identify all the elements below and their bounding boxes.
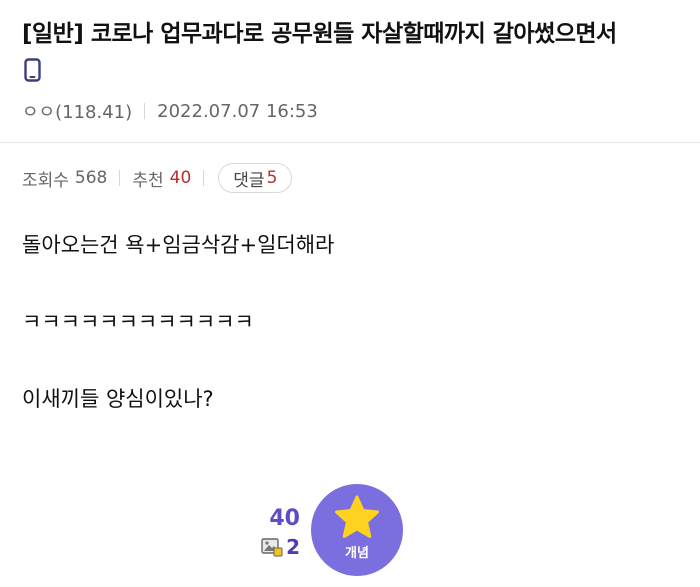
recommend-count: 40 [169, 168, 192, 188]
post-stats: 조회수 568 추천 40 댓글 5 [22, 163, 293, 193]
content-line: ㅋㅋㅋㅋㅋㅋㅋㅋㅋㅋㅋㅋ [22, 310, 254, 334]
author-name[interactable]: ㅇㅇ(118.41) [22, 98, 132, 124]
image-comment-row: 2 [256, 535, 300, 559]
divider [203, 170, 205, 186]
post-title: [일반] 코로나 업무과다로 공무원들 자살할때까지 갈아썼으면서 [22, 21, 617, 47]
divider [0, 142, 700, 143]
comments-count: 5 [266, 168, 278, 188]
star-button-label: 개념 [345, 545, 369, 561]
reaction-counts: 40 2 [256, 505, 300, 559]
content-line: 이새끼들 양심이있나? [22, 387, 214, 411]
views-count: 568 [74, 168, 108, 188]
recommend-star-button[interactable]: 개념 [311, 484, 403, 576]
views-label: 조회수 [22, 170, 69, 191]
divider [119, 170, 121, 186]
recommend-label: 추천 [132, 170, 164, 191]
post-date: 2022.07.07 16:53 [157, 100, 318, 122]
post-meta: ㅇㅇ(118.41) 2022.07.07 16:53 [22, 98, 318, 124]
mobile-icon [24, 58, 41, 82]
comments-label: 댓글 [233, 170, 265, 191]
image-comment-icon [261, 538, 283, 557]
image-comment-count: 2 [286, 535, 300, 559]
divider [144, 103, 146, 119]
recommend-total: 40 [269, 506, 300, 531]
content-line: 돌아오는건 욕+임금삭감+일더해라 [22, 233, 335, 257]
comments-button[interactable]: 댓글 5 [218, 163, 293, 193]
star-icon [335, 495, 379, 538]
